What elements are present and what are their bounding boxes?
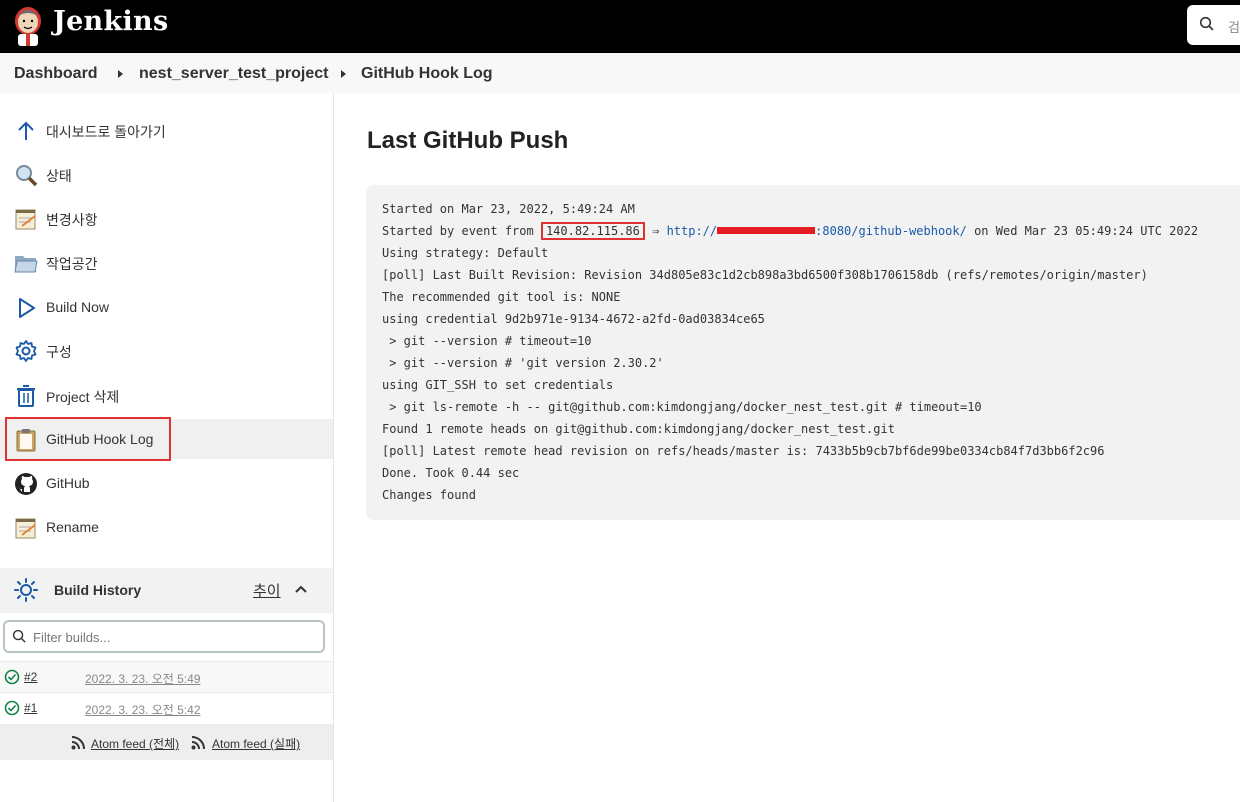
build-date-link[interactable]: 2022. 3. 23. 오전 5:42 (85, 701, 201, 718)
breadcrumb-current[interactable]: GitHub Hook Log (361, 65, 493, 83)
breadcrumb-chevron-icon[interactable] (118, 70, 123, 78)
rss-icon (191, 736, 205, 750)
breadcrumb-chevron-icon[interactable] (341, 70, 346, 78)
sidebar-item-configure[interactable]: 구성 (0, 330, 333, 370)
highlight-box (5, 417, 171, 461)
sidebar-item-status[interactable]: 상태 (0, 154, 333, 194)
log-line: Started on Mar 23, 2022, 5:49:24 AM (382, 202, 635, 216)
atom-feeds: Atom feed (전체) Atom feed (실패) (0, 724, 333, 760)
notepad-icon (15, 518, 36, 539)
rss-icon (71, 736, 85, 750)
success-check-icon (4, 700, 20, 716)
url-start: http:// (666, 224, 718, 238)
sidebar-item-build-now[interactable]: Build Now (0, 287, 333, 327)
log-text: Started by event from (382, 224, 541, 238)
log-line: > git --version # timeout=10 (382, 334, 592, 348)
url-end: :8080/github-webhook/ (815, 224, 967, 238)
log-line: Done. Took 0.44 sec (382, 466, 520, 480)
event-ip-address: 140.82.115.86 (540, 222, 645, 240)
build-number-link[interactable]: #1 (24, 701, 37, 715)
search-icon (12, 629, 26, 643)
build-history-icon (14, 578, 38, 602)
log-line: Changes found (382, 488, 476, 502)
breadcrumb-project[interactable]: nest_server_test_project (139, 65, 328, 83)
github-icon (15, 473, 37, 495)
log-line: [poll] Last Built Revision: Revision 34d… (382, 268, 1148, 282)
magnifier-icon (16, 165, 38, 187)
sidebar-item-back-to-dashboard[interactable]: 대시보드로 돌아가기 (0, 110, 333, 150)
log-line-event: Started by event from 140.82.115.86 ⇒ ht… (382, 222, 1199, 240)
log-line: Found 1 remote heads on git@github.com:k… (382, 422, 895, 436)
sidebar-item-workspace[interactable]: 작업공간 (0, 242, 333, 282)
sidebar: 대시보드로 돌아가기 상태 변경사항 작업공간 Build Now 구성 Pro… (0, 93, 334, 802)
log-text: on Wed Mar 23 05:49:24 UTC 2022 (966, 224, 1199, 238)
atom-feed-failed-link[interactable]: Atom feed (실패) (212, 735, 300, 752)
build-date-link[interactable]: 2022. 3. 23. 오전 5:49 (85, 670, 201, 687)
chevron-up-icon[interactable] (294, 584, 308, 594)
sidebar-item-rename[interactable]: Rename (0, 507, 333, 547)
build-row: #1 2022. 3. 23. 오전 5:42 (0, 692, 333, 723)
jenkins-logo-icon[interactable] (12, 4, 44, 46)
gear-icon (15, 340, 37, 362)
folder-icon (14, 256, 38, 273)
arrow-symbol: ⇒ (644, 224, 667, 238)
log-line: > git ls-remote -h -- git@github.com:kim… (382, 400, 982, 414)
top-header: Jenkins 검 (0, 0, 1240, 53)
play-icon (19, 298, 35, 318)
arrow-up-icon (18, 121, 34, 140)
sidebar-item-changes[interactable]: 변경사항 (0, 198, 333, 238)
search-icon (1199, 16, 1214, 31)
sidebar-item-label: 대시보드로 돌아가기 (46, 124, 166, 140)
sidebar-item-github[interactable]: GitHub (0, 463, 333, 503)
notepad-icon (15, 209, 36, 230)
sidebar-item-label: GitHub (46, 475, 90, 491)
sidebar-item-label: Build Now (46, 299, 110, 315)
page-title: Last GitHub Push (367, 127, 569, 154)
sidebar-item-label: Rename (46, 519, 99, 535)
filter-placeholder: Filter builds... (33, 630, 111, 645)
log-line: > git --version # 'git version 2.30.2' (382, 356, 664, 370)
filter-builds-input[interactable]: Filter builds... (3, 620, 325, 653)
sidebar-item-label: 변경사항 (46, 212, 98, 228)
sidebar-item-label: Project 삭제 (46, 389, 120, 405)
build-history-title: Build History (54, 582, 142, 598)
build-number-link[interactable]: #2 (24, 670, 37, 684)
hook-log-output: Started on Mar 23, 2022, 5:49:24 AM Star… (366, 185, 1240, 520)
breadcrumb-dashboard[interactable]: Dashboard (14, 65, 98, 83)
sidebar-item-label: 작업공간 (46, 256, 98, 272)
webhook-url-link[interactable]: http:// :8080/github-webhook/ (667, 224, 967, 238)
log-line: The recommended git tool is: NONE (382, 290, 621, 304)
build-history-header: Build History 추이 (0, 568, 333, 613)
log-line: [poll] Latest remote head revision on re… (382, 444, 1105, 458)
log-line: Using strategy: Default (382, 246, 549, 260)
log-line: using credential 9d2b971e-9134-4672-a2fd… (382, 312, 765, 326)
breadcrumb: Dashboard nest_server_test_project GitHu… (0, 53, 1240, 93)
redacted-host (717, 227, 816, 234)
brand-name[interactable]: Jenkins (53, 6, 168, 37)
trash-icon (17, 385, 35, 407)
log-line: using GIT_SSH to set credentials (382, 378, 614, 392)
sidebar-item-label: 구성 (46, 344, 72, 360)
build-row: #2 2022. 3. 23. 오전 5:49 (0, 661, 333, 692)
search-box[interactable]: 검 (1187, 5, 1240, 45)
atom-feed-all-link[interactable]: Atom feed (전체) (91, 735, 179, 752)
trend-link[interactable]: 추이 (253, 580, 281, 601)
success-check-icon (4, 669, 20, 685)
sidebar-item-label: 상태 (46, 168, 72, 184)
sidebar-item-delete-project[interactable]: Project 삭제 (0, 375, 333, 415)
search-input[interactable]: 검 (1228, 17, 1240, 36)
